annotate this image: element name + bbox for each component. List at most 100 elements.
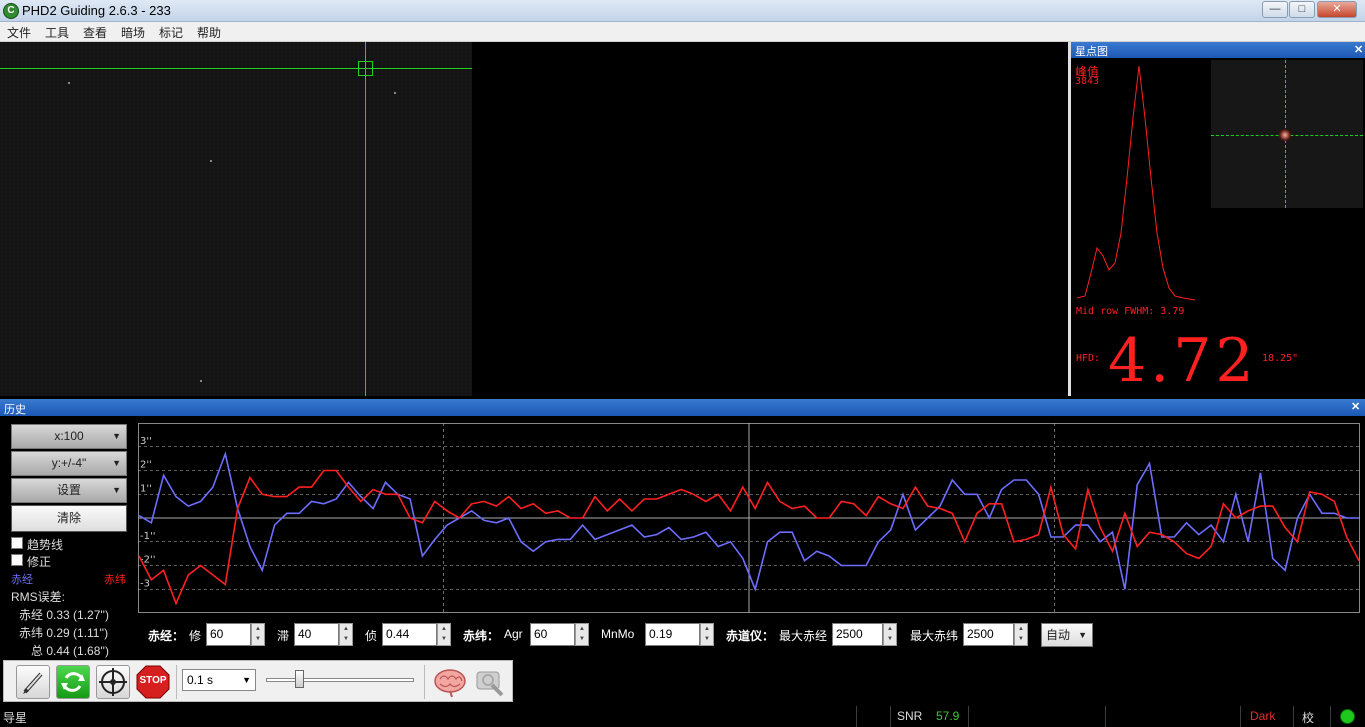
status-divider bbox=[1330, 706, 1331, 727]
dec-guide-mode-label: 自动 bbox=[1046, 628, 1071, 642]
rms-dec: 赤纬 0.29 (1.11'') bbox=[19, 626, 109, 640]
ra-hysteresis-input[interactable]: 40 bbox=[294, 623, 339, 646]
star-profile-header: 星点图 ✕ bbox=[1071, 42, 1365, 58]
dec-minmove-stepper[interactable]: ▲ ▼ bbox=[700, 623, 714, 646]
status-divider bbox=[1293, 706, 1294, 727]
ra-legend[interactable]: 赤经 bbox=[11, 571, 33, 587]
max-dec-label: 最大赤纬 bbox=[910, 629, 959, 643]
exposure-dropdown[interactable]: 0.1 s ▼ bbox=[182, 669, 256, 691]
gamma-slider[interactable] bbox=[262, 667, 418, 693]
y-tick-label: -1'' bbox=[140, 531, 155, 542]
crosshair-horizontal bbox=[0, 68, 472, 69]
chevron-down-icon: ▼ bbox=[112, 458, 121, 468]
rms-total: 总 0.44 (1.68'') bbox=[31, 644, 109, 658]
max-dec-input[interactable]: 2500 bbox=[963, 623, 1014, 646]
toolbar: STOP 0.1 s ▼ bbox=[3, 660, 513, 702]
menu-bookmarks[interactable]: 标记 bbox=[159, 24, 183, 41]
window-title: PHD2 Guiding 2.6.3 - 233 bbox=[22, 3, 171, 18]
guide-button[interactable] bbox=[96, 665, 130, 699]
guide-star-box bbox=[358, 61, 373, 76]
star bbox=[210, 160, 212, 162]
close-icon[interactable]: ✕ bbox=[1351, 400, 1360, 413]
max-ra-label: 最大赤经 bbox=[779, 629, 828, 643]
dec-aggression-stepper[interactable]: ▲ ▼ bbox=[575, 623, 589, 646]
brain-icon bbox=[434, 669, 466, 698]
star bbox=[394, 92, 396, 94]
brain-button[interactable] bbox=[432, 665, 468, 699]
max-ra-stepper[interactable]: ▲ ▼ bbox=[883, 623, 897, 646]
status-bar bbox=[0, 706, 1365, 727]
wrench-icon bbox=[476, 671, 504, 697]
ra-minmove-input[interactable]: 0.44 bbox=[382, 623, 437, 646]
chevron-down-icon: ▼ bbox=[1078, 630, 1087, 640]
ra-hysteresis-stepper[interactable]: ▲ ▼ bbox=[339, 623, 353, 646]
star-profile-title: 星点图 bbox=[1075, 46, 1108, 58]
stop-button[interactable]: STOP bbox=[136, 665, 170, 699]
title-bar bbox=[0, 0, 1365, 22]
camera-image[interactable] bbox=[0, 42, 472, 396]
connect-equipment-button[interactable] bbox=[16, 665, 50, 699]
mount-section-label: 赤道仪： bbox=[726, 629, 775, 643]
hfd-label: HFD: bbox=[1076, 353, 1101, 364]
dec-minmove-input[interactable]: 0.19 bbox=[645, 623, 700, 646]
close-window-button[interactable]: ✕ bbox=[1317, 1, 1357, 18]
corrections-checkbox[interactable] bbox=[11, 554, 23, 566]
hfd-arcsec: 18.25" bbox=[1262, 353, 1299, 364]
exposure-value: 0.1 s bbox=[187, 673, 214, 687]
toolbar-divider bbox=[424, 665, 425, 699]
camera-image-empty bbox=[472, 42, 1067, 396]
x-scale-label: x:100 bbox=[54, 429, 84, 443]
dec-aggression-input[interactable]: 60 bbox=[530, 623, 575, 646]
dec-legend[interactable]: 赤纬 bbox=[104, 571, 126, 587]
minimize-button[interactable]: — bbox=[1262, 1, 1288, 18]
star-profile-body: 峰值 3843 Mid row FWHM: 3.79 HFD: 4.72 18.… bbox=[1071, 58, 1365, 396]
status-divider bbox=[1105, 706, 1106, 727]
close-icon[interactable]: ✕ bbox=[1354, 43, 1363, 56]
snr-label: SNR bbox=[897, 709, 923, 723]
trend-lines-label: 趋势线 bbox=[27, 538, 64, 552]
dark-status: Dark bbox=[1250, 709, 1276, 723]
loop-exposure-button[interactable] bbox=[56, 665, 90, 699]
y-tick-label: 1'' bbox=[140, 483, 152, 494]
corrections-label: 修正 bbox=[27, 555, 52, 569]
dec-aggression-label: Agr bbox=[504, 627, 523, 641]
ra-aggression-input[interactable]: 60 bbox=[206, 623, 251, 646]
pencil-icon bbox=[23, 672, 43, 694]
menu-help[interactable]: 帮助 bbox=[197, 24, 221, 41]
dec-minmove-label: MnMo bbox=[601, 627, 635, 641]
slider-thumb[interactable] bbox=[295, 670, 304, 688]
trend-lines-checkbox[interactable] bbox=[11, 537, 23, 549]
stop-label: STOP bbox=[139, 675, 167, 686]
dec-guide-mode-dropdown[interactable]: 自动 ▼ bbox=[1041, 623, 1093, 647]
ra-minmove-stepper[interactable]: ▲ ▼ bbox=[437, 623, 451, 646]
y-tick-label: -3 bbox=[140, 578, 150, 589]
status-divider bbox=[968, 706, 969, 727]
max-dec-stepper[interactable]: ▲ ▼ bbox=[1014, 623, 1028, 646]
graph-settings-button[interactable]: 设置 ▼ bbox=[11, 478, 127, 503]
connection-status-indicator bbox=[1340, 709, 1355, 724]
app-icon: C bbox=[3, 3, 19, 19]
settings-label: 设置 bbox=[56, 483, 81, 497]
crosshair-icon bbox=[99, 668, 127, 696]
star-core bbox=[1279, 129, 1291, 141]
history-header: 历史 ✕ bbox=[0, 399, 1365, 416]
menu-darks[interactable]: 暗场 bbox=[121, 24, 145, 41]
ra-section-label: 赤经： bbox=[148, 629, 185, 643]
chevron-down-icon: ▼ bbox=[112, 431, 121, 441]
tools-button[interactable] bbox=[472, 665, 508, 699]
dec-section-label: 赤纬： bbox=[463, 629, 500, 643]
clear-button[interactable]: 清除 bbox=[11, 505, 127, 532]
x-scale-dropdown[interactable]: x:100 ▼ bbox=[11, 424, 127, 449]
y-tick-label: 3'' bbox=[140, 436, 152, 447]
rms-title: RMS误差: bbox=[11, 590, 66, 604]
guide-history-graph[interactable]: 3''2''1''-1''-2''-3 bbox=[138, 423, 1360, 613]
menu-tools[interactable]: 工具 bbox=[45, 24, 69, 41]
menu-view[interactable]: 查看 bbox=[83, 24, 107, 41]
menu-file[interactable]: 文件 bbox=[7, 24, 31, 41]
snr-value: 57.9 bbox=[936, 709, 960, 723]
y-scale-dropdown[interactable]: y:+/-4" ▼ bbox=[11, 451, 127, 476]
maximize-button[interactable]: □ bbox=[1289, 1, 1315, 18]
ra-aggression-stepper[interactable]: ▲ ▼ bbox=[251, 623, 265, 646]
history-title: 历史 bbox=[4, 404, 26, 416]
max-ra-input[interactable]: 2500 bbox=[832, 623, 883, 646]
